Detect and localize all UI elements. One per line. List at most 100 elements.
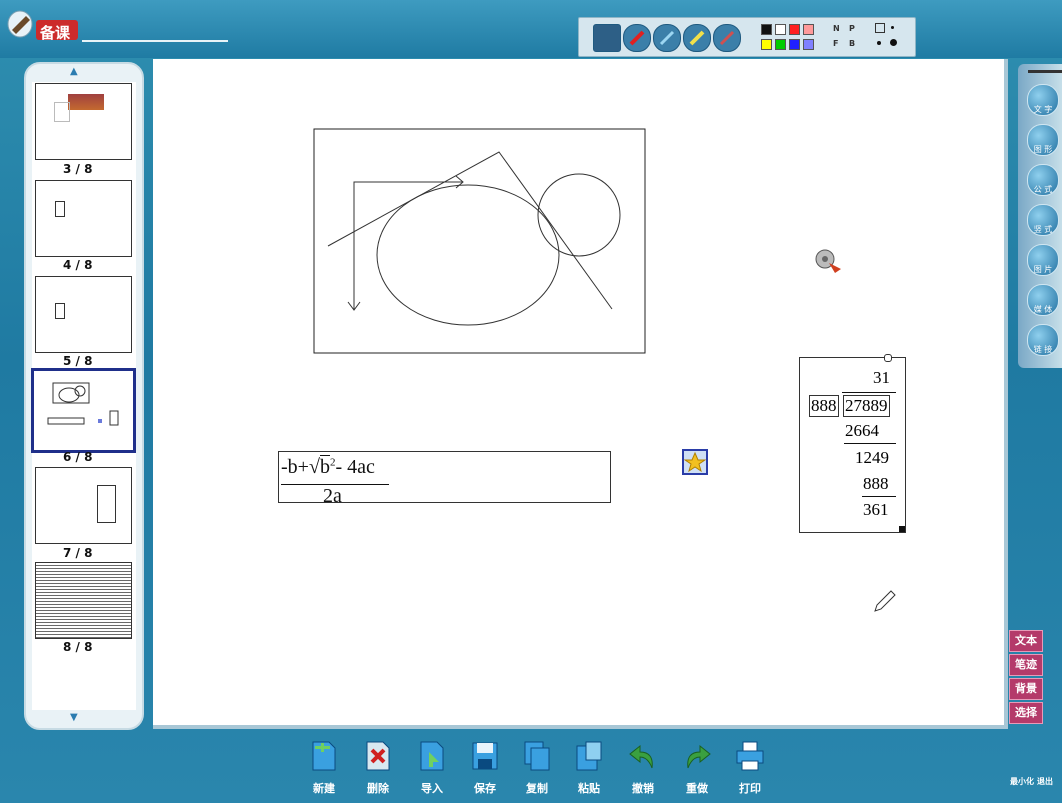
media-icon[interactable]: 媒 体 <box>1027 284 1059 316</box>
undo-label: 撤销 <box>632 782 654 795</box>
color-swatch-pink[interactable] <box>803 24 814 35</box>
select-tool-icon[interactable] <box>593 24 621 52</box>
delete-label: 删除 <box>367 782 389 795</box>
division-step-1: 2664 <box>845 421 879 440</box>
division-step-3: 888 <box>863 474 889 493</box>
geometry-drawing[interactable] <box>313 128 646 354</box>
formula-tool-label: 公 式 <box>1033 185 1053 194</box>
pen-blue-icon[interactable] <box>653 24 681 52</box>
picture-icon[interactable]: 图 片 <box>1027 244 1059 276</box>
undo-button[interactable]: 撤销 <box>624 738 662 796</box>
minimize-button[interactable]: 最小化 <box>1010 776 1034 787</box>
slide-label: 7 / 8 <box>63 546 93 560</box>
slide-label: 8 / 8 <box>63 640 93 654</box>
paste-label: 粘贴 <box>578 782 600 795</box>
dividend: 27889 <box>843 395 890 417</box>
color-swatch-green[interactable] <box>775 39 786 50</box>
mode-select-button[interactable]: 选择 <box>1009 702 1043 724</box>
import-button[interactable]: 导入 <box>413 738 451 796</box>
pencil-icon[interactable] <box>871 589 897 615</box>
delete-icon <box>366 741 390 771</box>
quotient: 31 <box>873 368 890 387</box>
new-button[interactable]: 新建 <box>305 738 343 796</box>
drawing-toolbar: N P F B <box>578 17 916 57</box>
redo-icon <box>687 744 711 769</box>
line-normal-button[interactable]: N <box>833 24 840 33</box>
slide-label: 3 / 8 <box>63 162 93 176</box>
formula-icon[interactable]: 公 式 <box>1027 164 1059 196</box>
text-icon[interactable]: 文 字 <box>1027 84 1059 116</box>
media-film-icon[interactable] <box>815 247 843 273</box>
long-division-box[interactable]: 31 888 27889 2664 1249 888 361 <box>799 354 906 533</box>
print-label: 打印 <box>739 782 761 795</box>
formula-radicand: b <box>319 455 330 478</box>
save-icon <box>472 742 498 770</box>
mode-ink-button[interactable]: 笔迹 <box>1009 654 1043 676</box>
color-swatch-blue[interactable] <box>789 39 800 50</box>
shape-icon[interactable]: 图 形 <box>1027 124 1059 156</box>
slide-thumb-7[interactable] <box>35 467 132 544</box>
paste-icon <box>576 741 602 771</box>
copy-label: 复制 <box>526 782 548 795</box>
color-swatch-white[interactable] <box>775 24 786 35</box>
vertical-calc-icon[interactable]: 竖 式 <box>1027 204 1059 236</box>
save-button[interactable]: 保存 <box>466 738 504 796</box>
shape-tool-label: 图 形 <box>1033 145 1053 154</box>
scroll-down-icon[interactable]: ▼ <box>70 712 78 723</box>
delete-button[interactable]: 删除 <box>359 738 397 796</box>
star-icon[interactable] <box>682 449 708 475</box>
vertical-calc-label: 竖 式 <box>1033 225 1053 234</box>
pen-red-icon[interactable] <box>623 24 651 52</box>
save-label: 保存 <box>474 782 496 795</box>
exit-button[interactable]: 退出 <box>1037 776 1053 787</box>
dot-small-button[interactable] <box>891 26 894 29</box>
line-p-button[interactable]: P <box>849 24 855 33</box>
picture-tool-label: 图 片 <box>1033 265 1053 274</box>
line-b-button[interactable]: B <box>849 39 855 48</box>
slide-thumb-5[interactable] <box>35 276 132 353</box>
formula-numerator-left: -b+ <box>281 456 309 478</box>
mode-background-button[interactable]: 背景 <box>1009 678 1043 700</box>
link-tool-label: 链 接 <box>1033 345 1053 354</box>
dot-medium-button[interactable] <box>877 41 881 45</box>
redo-button[interactable]: 重做 <box>678 738 716 796</box>
new-icon <box>312 741 336 771</box>
slide-label: 5 / 8 <box>63 354 93 368</box>
dot-large-button[interactable] <box>890 39 897 46</box>
slide-label: 6 / 8 <box>63 450 93 464</box>
link-icon[interactable]: 链 接 <box>1027 324 1059 356</box>
copy-button[interactable]: 复制 <box>518 738 556 796</box>
slide-label: 4 / 8 <box>63 258 93 272</box>
import-label: 导入 <box>421 782 443 795</box>
slide-thumb-8[interactable] <box>35 562 132 639</box>
undo-icon <box>629 744 653 769</box>
print-icon <box>736 741 764 771</box>
mode-text-button[interactable]: 文本 <box>1009 630 1043 652</box>
paste-button[interactable]: 粘贴 <box>570 738 608 796</box>
slide-thumb-3[interactable] <box>35 83 132 160</box>
redo-label: 重做 <box>686 782 708 795</box>
media-tool-label: 媒 体 <box>1033 305 1053 314</box>
text-tool-label: 文 字 <box>1033 105 1053 114</box>
division-step-2: 1249 <box>855 448 889 467</box>
color-swatch-yellow[interactable] <box>761 39 772 50</box>
line-f-button[interactable]: F <box>833 39 838 48</box>
pen-yellow-icon[interactable] <box>683 24 711 52</box>
copy-icon <box>524 741 550 771</box>
color-swatch-red[interactable] <box>789 24 800 35</box>
print-button[interactable]: 打印 <box>731 738 769 796</box>
formula-box[interactable]: -b+√b2- 4ac 2a <box>278 451 611 507</box>
frame-tool-button[interactable] <box>875 23 885 33</box>
title-underline <box>82 40 228 42</box>
formula-denominator: 2a <box>323 485 342 507</box>
scroll-up-icon[interactable]: ▲ <box>70 66 78 77</box>
app-title: 备课 <box>40 24 71 42</box>
brush-icon[interactable] <box>713 24 741 52</box>
remainder: 361 <box>863 500 889 519</box>
slide-thumb-6[interactable] <box>31 368 136 453</box>
import-icon <box>420 741 444 771</box>
color-swatch-lavender[interactable] <box>803 39 814 50</box>
color-swatch-black[interactable] <box>761 24 772 35</box>
slide-thumb-4[interactable] <box>35 180 132 257</box>
new-label: 新建 <box>313 782 335 795</box>
